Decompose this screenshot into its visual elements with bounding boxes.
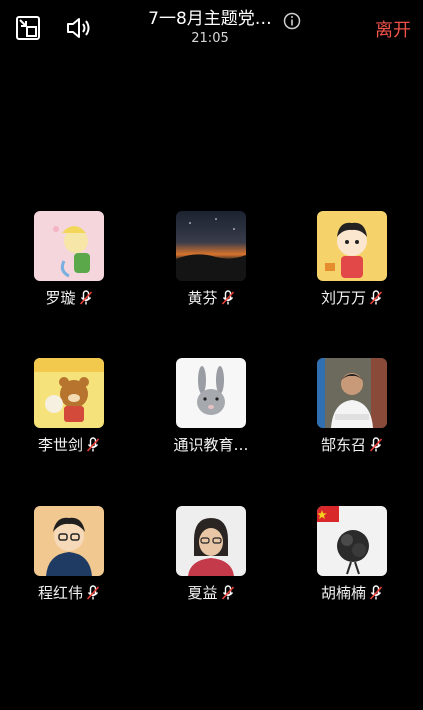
participant-tile[interactable]: 罗璇 <box>13 211 125 315</box>
mic-muted-icon <box>369 437 383 452</box>
participant-name: 李世剑 <box>37 436 83 454</box>
participant-name: 郜东召 <box>320 436 366 454</box>
participant-tile[interactable]: 郜东召 <box>296 358 408 462</box>
participant-name-row: 程红伟 <box>13 584 125 602</box>
avatar <box>317 506 387 576</box>
avatar <box>317 211 387 281</box>
participant-name-row: 通识教育… <box>155 436 267 454</box>
participant-tile[interactable]: 程红伟 <box>13 506 125 610</box>
avatar <box>34 358 104 428</box>
avatar <box>176 358 246 428</box>
participant-tile[interactable]: 李世剑 <box>13 358 125 462</box>
participant-tile[interactable]: 胡楠楠 <box>296 506 408 610</box>
participant-name-row: 刘万万 <box>296 289 408 307</box>
participant-name-row: 罗璇 <box>13 289 125 307</box>
participant-name-row: 夏益 <box>155 584 267 602</box>
mic-muted-icon <box>79 290 92 305</box>
participant-name: 黄芬 <box>187 289 218 307</box>
avatar <box>34 506 104 576</box>
participant-grid: 罗璇 黄芬 刘万万 李世剑 通识教育… 郜东召 程红伟 夏益 胡楠楠 <box>0 0 423 710</box>
participant-name: 刘万万 <box>320 289 366 307</box>
mic-muted-icon <box>221 290 234 305</box>
avatar <box>176 506 246 576</box>
participant-name: 通识教育… <box>173 436 249 454</box>
participant-name-row: 黄芬 <box>155 289 267 307</box>
participant-name: 夏益 <box>187 584 218 602</box>
participant-name-row: 胡楠楠 <box>296 584 408 602</box>
participant-name: 程红伟 <box>37 584 83 602</box>
avatar <box>176 211 246 281</box>
mic-muted-icon <box>221 585 234 600</box>
mic-muted-icon <box>86 585 100 600</box>
participant-tile[interactable]: 通识教育… <box>155 358 267 462</box>
participant-tile[interactable]: 刘万万 <box>296 211 408 315</box>
participant-name-row: 郜东召 <box>296 436 408 454</box>
avatar <box>317 358 387 428</box>
participant-tile[interactable]: 黄芬 <box>155 211 267 315</box>
participant-name-row: 李世剑 <box>13 436 125 454</box>
participant-name: 胡楠楠 <box>320 584 366 602</box>
mic-muted-icon <box>369 585 383 600</box>
participant-tile[interactable]: 夏益 <box>155 506 267 610</box>
mic-muted-icon <box>369 290 383 305</box>
mic-muted-icon <box>86 437 100 452</box>
avatar <box>34 211 104 281</box>
participant-name: 罗璇 <box>45 289 76 307</box>
